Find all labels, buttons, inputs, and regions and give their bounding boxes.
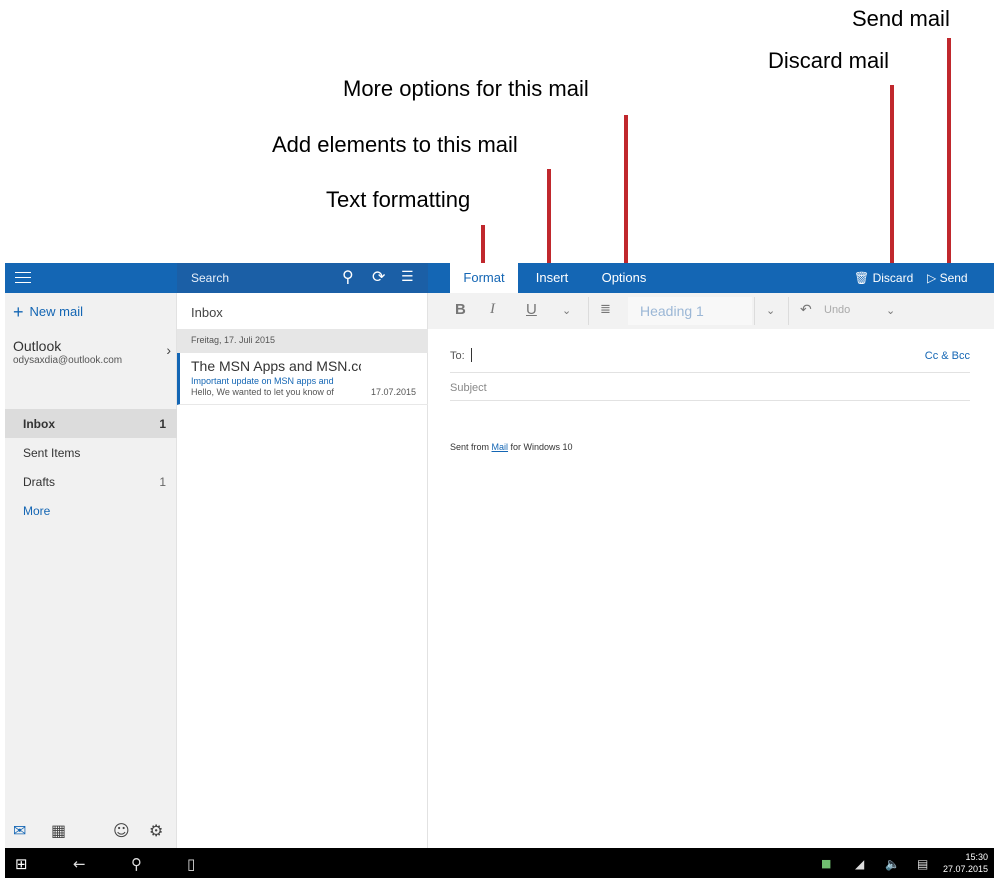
annotation-add-elements: Add elements to this mail [272, 132, 518, 157]
annotation-text-formatting: Text formatting [326, 187, 471, 212]
message-subject: Important update on MSN apps and [191, 376, 334, 386]
clock-time: 15:30 [965, 852, 988, 862]
sync-icon[interactable]: ⟳ [372, 268, 385, 286]
font-dropdown-chevron-icon[interactable]: ⌄ [562, 304, 571, 317]
folder-inbox[interactable]: Inbox 1 [5, 409, 177, 438]
select-mode-icon[interactable]: ☰ [401, 268, 414, 286]
trash-icon: 🗑 [854, 271, 870, 285]
account-email: odysaxdia@outlook.com [13, 355, 123, 366]
chevron-right-icon: › [166, 342, 171, 358]
undo-icon[interactable]: ↶ [800, 301, 812, 318]
to-field[interactable]: To: Cc & Bcc [450, 343, 970, 373]
store-tray-icon[interactable]: ■ [821, 857, 831, 870]
tab-options[interactable]: Options [594, 263, 654, 293]
annotation-send-mail: Send mail [852, 6, 950, 31]
toolbar-divider [788, 297, 789, 325]
folder-count: 1 [159, 475, 166, 489]
windows-start-icon[interactable]: ⊞ [15, 855, 28, 873]
folder-drafts[interactable]: Drafts 1 [5, 467, 177, 496]
toolbar-divider [588, 297, 589, 325]
clock-date: 27.07.2015 [942, 864, 988, 874]
task-view-icon[interactable]: ▯ [187, 855, 195, 873]
to-label: To: [450, 350, 465, 362]
paragraph-format-icon[interactable]: ≣ [600, 301, 611, 317]
bold-button[interactable]: B [455, 301, 466, 318]
annotation-more-options: More options for this mail [343, 76, 589, 101]
tab-insert[interactable]: Insert [526, 263, 578, 293]
style-selector[interactable]: Heading 1 [628, 297, 752, 325]
annotation-line-send [947, 38, 951, 269]
subject-field[interactable]: Subject [450, 375, 970, 401]
more-folders-link[interactable]: More [23, 504, 50, 518]
back-arrow-icon[interactable]: ← [73, 855, 86, 873]
folder-name: Drafts [23, 475, 56, 489]
folder-count: 1 [159, 417, 166, 431]
message-date: 17.07.2015 [370, 387, 416, 397]
compose-pane: B I U ⌄ ≣ Heading 1 ⌄ ↶ Undo ⌄ To: Cc & … [428, 293, 994, 848]
settings-gear-icon[interactable]: ⚙ [149, 821, 163, 840]
search-label: Search [191, 271, 230, 285]
action-center-icon[interactable]: ▤ [917, 857, 928, 871]
subject-placeholder: Subject [450, 382, 487, 394]
message-preview: Hello, We wanted to let you know of [191, 387, 334, 397]
new-mail-label: New mail [29, 304, 83, 319]
folder-sent-items[interactable]: Sent Items [5, 438, 177, 467]
tab-format[interactable]: Format [450, 263, 518, 293]
undo-label[interactable]: Undo [824, 304, 850, 316]
top-bar: Search ⚲ ⟳ ☰ Format Insert Options 🗑 Dis… [5, 263, 994, 293]
taskbar-clock[interactable]: 15:30 27.07.2015 [943, 851, 988, 875]
mail-body-signature[interactable]: Sent from Mail for Windows 10 [450, 442, 573, 452]
annotation-line-discard [890, 85, 894, 269]
date-group-header: Freitag, 17. Juli 2015 [177, 329, 428, 353]
discard-label: Discard [872, 271, 914, 285]
cc-bcc-link[interactable]: Cc & Bcc [925, 350, 970, 362]
message-sender: The MSN Apps and MSN.cc [191, 358, 361, 374]
search-icon[interactable]: ⚲ [342, 268, 354, 286]
format-toolbar: B I U ⌄ ≣ Heading 1 ⌄ ↶ Undo ⌄ [428, 293, 994, 329]
list-title: Inbox [191, 305, 223, 320]
wifi-icon[interactable]: ◢ [855, 857, 864, 871]
annotation-line-insert [547, 169, 551, 269]
mail-icon[interactable]: ✉ [13, 821, 26, 840]
text-caret [471, 348, 472, 362]
plus-icon: + [13, 302, 24, 322]
folder-name: Sent Items [23, 446, 81, 460]
search-icon[interactable]: ⚲ [131, 855, 142, 873]
search-bar[interactable]: Search ⚲ ⟳ ☰ [177, 263, 428, 293]
message-list: Inbox Freitag, 17. Juli 2015 The MSN App… [177, 293, 428, 848]
account-name: Outlook [13, 338, 62, 354]
screenshot-root: Send mail Discard mail More options for … [0, 0, 998, 878]
signature-suffix: for Windows 10 [508, 442, 573, 452]
toolbar-divider [754, 297, 755, 325]
annotation-line-options [624, 115, 628, 269]
send-label: Send [939, 271, 968, 285]
app-switcher: ✉ ▦ ☺ ⚙ [5, 813, 177, 848]
annotation-discard-mail: Discard mail [768, 48, 890, 73]
feedback-smiley-icon[interactable]: ☺ [113, 821, 130, 840]
folder-name: Inbox [23, 417, 55, 431]
mail-app-window: Search ⚲ ⟳ ☰ Format Insert Options 🗑 Dis… [5, 263, 994, 848]
message-item[interactable]: The MSN Apps and MSN.cc Important update… [177, 353, 428, 405]
discard-button[interactable]: 🗑 Discard [854, 263, 913, 293]
new-mail-button[interactable]: + New mail [13, 302, 83, 323]
calendar-icon[interactable]: ▦ [51, 821, 66, 840]
style-dropdown-chevron-icon[interactable]: ⌄ [766, 304, 775, 317]
volume-icon[interactable]: 🔈 [885, 857, 900, 871]
account-selector[interactable]: Outlook odysaxdia@outlook.com › [13, 338, 173, 366]
undo-dropdown-chevron-icon[interactable]: ⌄ [886, 304, 895, 317]
signature-mail-link[interactable]: Mail [492, 442, 509, 452]
underline-button[interactable]: U [526, 301, 537, 318]
send-button[interactable]: ▷ Send [927, 263, 968, 293]
hamburger-menu-icon[interactable] [15, 272, 31, 284]
left-navigation: + New mail Outlook odysaxdia@outlook.com … [5, 293, 177, 848]
top-bar-left [5, 263, 177, 293]
windows-taskbar: ⊞ ← ⚲ ▯ ■ ◢ 🔈 ▤ 15:30 27.07.2015 [5, 848, 994, 878]
italic-button[interactable]: I [490, 301, 495, 318]
send-icon: ▷ [927, 271, 937, 285]
signature-prefix: Sent from [450, 442, 492, 452]
